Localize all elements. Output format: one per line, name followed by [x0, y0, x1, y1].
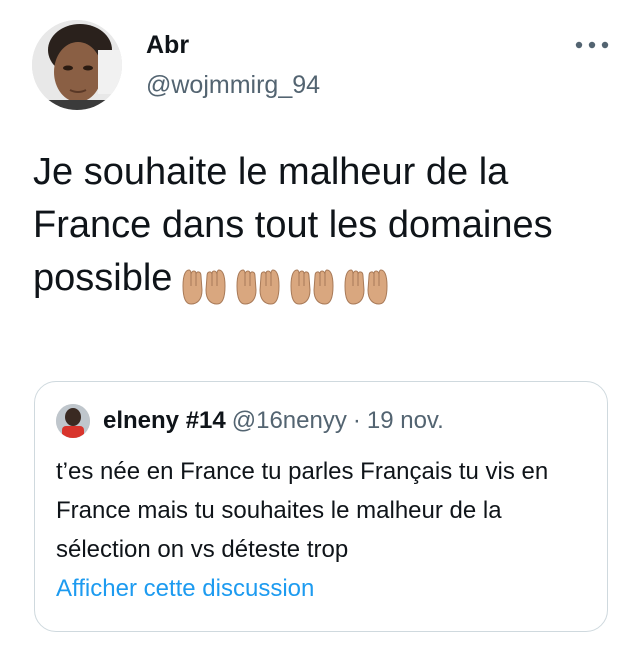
quoted-tweet-header: elneny #14 @16nenyy · 19 nov. [103, 407, 444, 435]
avatar-photo-icon [32, 20, 122, 110]
author-avatar[interactable] [32, 20, 122, 110]
show-thread-link[interactable]: Afficher cette discussion [56, 575, 314, 603]
tweet: Abr @wojmmirg_94 Je souhaite le malheur … [0, 0, 640, 657]
quoted-author-avatar[interactable] [56, 404, 90, 438]
more-horizontal-icon [575, 41, 609, 49]
emoji-group [180, 258, 396, 311]
palms-up-together-icon [344, 269, 388, 305]
quoted-tweet-card[interactable]: elneny #14 @16nenyy · 19 nov. t’es née en F… [34, 381, 608, 632]
author-handle[interactable]: @wojmmirg_94 [146, 71, 320, 100]
quoted-date[interactable]: 19 nov. [367, 407, 444, 434]
more-options-button[interactable] [572, 30, 612, 60]
palms-up-together-icon [290, 269, 334, 305]
quoted-display-name[interactable]: elneny #14 [103, 407, 226, 434]
quoted-tweet-text: t’es née en France tu parles Français tu… [56, 458, 549, 563]
header-separator: · [352, 407, 361, 434]
author-display-name[interactable]: Abr [146, 31, 189, 60]
avatar-photo-icon [56, 404, 90, 438]
tweet-body: Je souhaite le malheur de la France dans… [33, 146, 613, 311]
quoted-handle[interactable]: @16nenyy [232, 407, 347, 434]
palms-up-together-icon [182, 269, 226, 305]
palms-up-together-icon [236, 269, 280, 305]
